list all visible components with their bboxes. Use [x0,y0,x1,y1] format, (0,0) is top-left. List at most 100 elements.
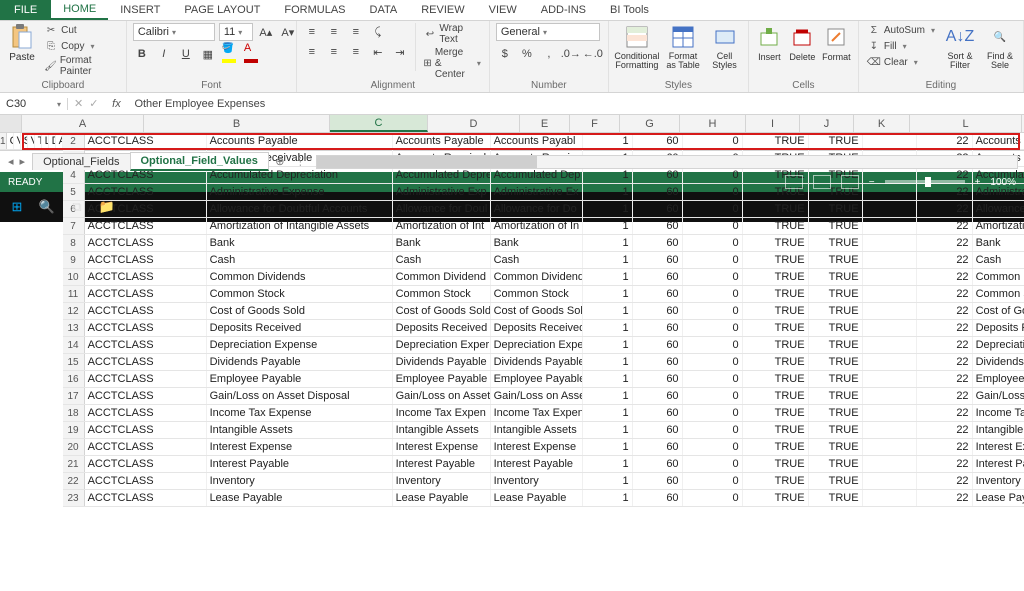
zoom-slider[interactable] [885,180,965,184]
cell[interactable]: Dividends Payable [207,354,393,370]
cell[interactable]: Gain/Loss on Asset Di [973,388,1024,404]
cell[interactable]: 60 [633,490,683,506]
cell[interactable]: ACCTCLASS [85,439,207,455]
cell[interactable]: Gain/Loss on Asset Disposal [207,388,393,404]
page-break-view-button[interactable] [841,175,859,189]
cell[interactable]: ACCTCLASS [85,354,207,370]
cell[interactable]: 0 [683,354,743,370]
cell[interactable]: 1 [583,269,633,285]
cell[interactable]: TRUE [743,473,809,489]
cell[interactable]: 0 [683,337,743,353]
cell[interactable]: Income Tax Expense [207,405,393,421]
align-right-button[interactable]: ≡ [347,43,365,61]
cell[interactable]: 1 [583,133,633,149]
cell[interactable]: Allowance for Doubtful Accounts [207,201,393,217]
tab-view[interactable]: VIEW [477,0,529,20]
cell[interactable]: TRUE [743,201,809,217]
name-box[interactable]: C30 [0,98,68,110]
cell[interactable]: 22 [917,269,973,285]
zoom-level[interactable]: 100% [990,177,1016,188]
row-header[interactable]: 18 [63,405,85,421]
cell[interactable]: 60 [633,371,683,387]
cell[interactable]: 22 [917,354,973,370]
cell[interactable]: 1 [583,201,633,217]
page-layout-view-button[interactable] [813,175,831,189]
col-header-B[interactable]: B [144,115,330,132]
cell[interactable]: Bank [491,235,583,251]
row-header[interactable]: 14 [63,337,85,353]
col-header-H[interactable]: H [680,115,746,132]
merge-center-button[interactable]: ⊞Merge & Center [421,47,482,80]
cell[interactable]: Cost of Goods Sold [973,303,1024,319]
fx-icon[interactable]: fx [104,98,128,110]
cell[interactable]: 22 [917,405,973,421]
cell[interactable]: TRUE [743,439,809,455]
cell[interactable]: 0 [683,422,743,438]
cell[interactable]: 0 [683,473,743,489]
format-cells-button[interactable]: Format [821,23,852,62]
cell[interactable]: Depreciation Exper [393,337,491,353]
cell[interactable]: ACCTCLASS [85,405,207,421]
cell[interactable]: Intangible Assets [973,422,1024,438]
cell[interactable]: ACCTCLASS [85,337,207,353]
row-header[interactable]: 10 [63,269,85,285]
cell[interactable]: ACCTCLASS [85,286,207,302]
cell[interactable]: Interest Expense [973,439,1024,455]
cell[interactable]: TRUE [743,388,809,404]
cell[interactable]: Common Dividends [973,269,1024,285]
cell[interactable]: 60 [633,320,683,336]
enter-formula-icon[interactable]: ✓ [89,97,98,110]
cell[interactable]: 0 [683,184,743,200]
cell[interactable]: Cost of Goods Sold [393,303,491,319]
row-header[interactable]: 20 [63,439,85,455]
cell[interactable]: TRUE [809,388,863,404]
cell[interactable]: LENGTH [42,133,49,149]
col-header-G[interactable]: G [620,115,680,132]
cell[interactable] [863,388,917,404]
cell[interactable]: 60 [633,269,683,285]
cell[interactable]: Employee Payable [207,371,393,387]
cell[interactable]: Allowance for Doubtf [973,201,1024,217]
cell[interactable]: Lease Payable [973,490,1024,506]
cell[interactable]: Common Dividend [393,269,491,285]
row-header[interactable]: 22 [63,473,85,489]
cell[interactable]: Intangible Assets [393,422,491,438]
cell[interactable]: ACCTCLASS [85,269,207,285]
comma-button[interactable]: , [540,45,558,63]
cell[interactable]: 1 [583,320,633,336]
cell[interactable]: Interest Expense [393,439,491,455]
cell[interactable]: TRUE [743,490,809,506]
row-header[interactable]: 23 [63,490,85,506]
cell[interactable]: 60 [633,337,683,353]
start-button[interactable]: ⊞ [6,196,28,218]
row-header[interactable]: 21 [63,456,85,472]
cell[interactable]: 22 [917,201,973,217]
cell[interactable]: Interest Payable [973,456,1024,472]
cell[interactable]: 60 [633,252,683,268]
row-header[interactable]: 11 [63,286,85,302]
cell[interactable]: Accounts Payable [207,133,393,149]
cell[interactable]: 0 [683,235,743,251]
align-center-button[interactable]: ≡ [325,43,343,61]
increase-indent-button[interactable]: ⇥ [391,43,409,61]
scrollbar-thumb[interactable] [317,156,537,168]
cell[interactable]: 0 [683,252,743,268]
cell[interactable]: TRUE [743,303,809,319]
cell[interactable] [863,286,917,302]
cell[interactable]: Bank [207,235,393,251]
row-header[interactable]: 16 [63,371,85,387]
cell[interactable]: Depreciation Expense [207,337,393,353]
cell[interactable]: Allowance for Doul [393,201,491,217]
cell[interactable]: Deposits Received [973,320,1024,336]
cell[interactable]: TRUE [743,337,809,353]
cell[interactable]: SORTEDVAL [21,133,28,149]
cell[interactable]: 60 [633,405,683,421]
format-painter-button[interactable]: 🖌Format Painter [42,55,120,77]
cell[interactable]: 60 [633,235,683,251]
cell[interactable]: Income Tax Expense [973,405,1024,421]
cell[interactable]: 1 [583,422,633,438]
cell[interactable]: TRUE [809,235,863,251]
bold-button[interactable]: B [133,45,151,63]
add-sheet-button[interactable]: ⊕ [269,155,291,168]
cell[interactable]: Lease Payable [491,490,583,506]
